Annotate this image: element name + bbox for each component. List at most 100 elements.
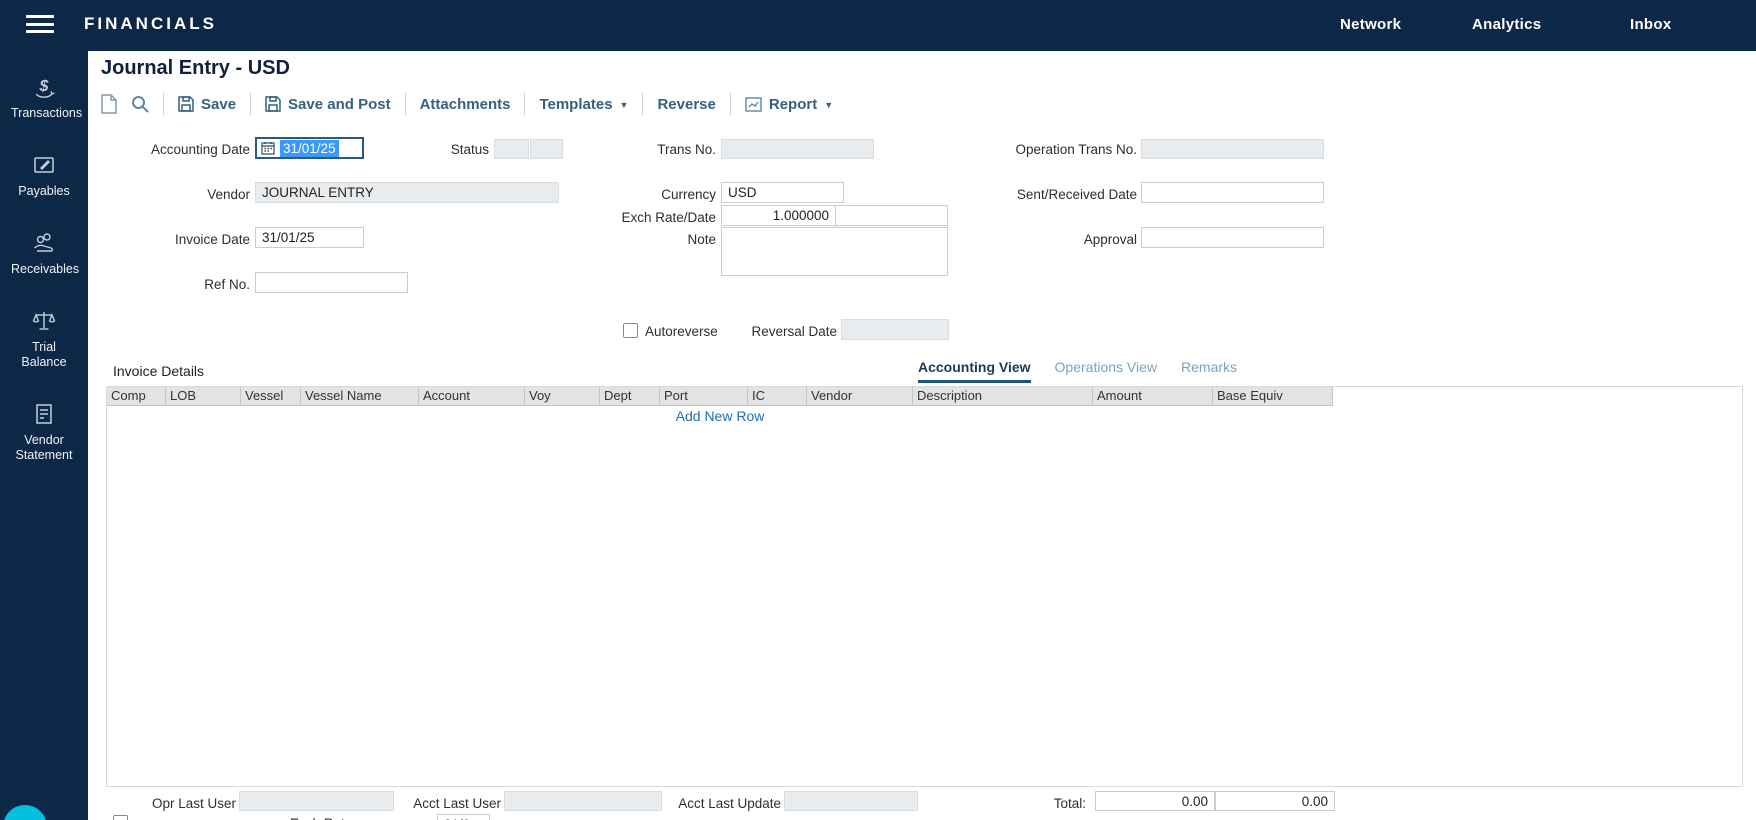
acct-last-user-field xyxy=(504,791,662,811)
trans-no-field xyxy=(721,139,874,159)
toolbar-divider xyxy=(405,93,406,115)
invoice-details-table: Comp LOB Vessel Vessel Name Account Voy … xyxy=(106,386,1743,787)
report-icon xyxy=(745,97,762,112)
operation-trans-no-label: Operation Trans No. xyxy=(977,140,1137,160)
toolbar-divider xyxy=(730,93,731,115)
sidebar-item-vendor-statement[interactable]: Vendor Statement xyxy=(0,400,88,463)
new-document-icon[interactable] xyxy=(101,94,117,114)
sidebar-item-label: Receivables xyxy=(11,262,77,277)
nav-inbox[interactable]: Inbox xyxy=(1630,16,1672,33)
attachments-button[interactable]: Attachments xyxy=(420,96,511,113)
search-icon[interactable] xyxy=(131,95,149,113)
vendor-label: Vendor xyxy=(100,185,250,205)
col-amount: Amount xyxy=(1093,387,1213,406)
total-amount-field: 0.00 xyxy=(1095,791,1215,811)
approval-field[interactable] xyxy=(1141,227,1324,248)
vendor-statement-icon xyxy=(31,400,57,428)
exch-rate-field[interactable]: 1.000000 xyxy=(721,205,836,226)
status-field-1 xyxy=(494,139,529,159)
sidebar-item-label: Transactions xyxy=(11,106,77,121)
status-field-2 xyxy=(530,139,563,159)
operation-trans-no-field xyxy=(1141,139,1324,159)
opr-last-user-field xyxy=(239,791,394,811)
sidebar-item-trial-balance[interactable]: Trial Balance xyxy=(0,307,88,370)
sidebar-item-label: Payables xyxy=(11,184,77,199)
accounting-date-value: 31/01/25 xyxy=(280,140,339,157)
clipped-row-label: Exch Rate xyxy=(290,814,352,820)
col-port: Port xyxy=(660,387,748,406)
col-comp: Comp xyxy=(107,387,166,406)
page-title: Journal Entry - USD xyxy=(101,57,290,80)
col-voy: Voy xyxy=(525,387,600,406)
invoice-date-field[interactable]: 31/01/25 xyxy=(255,227,364,248)
sidebar-item-receivables[interactable]: Receivables xyxy=(0,229,88,277)
left-sidebar: $ Transactions Payables Receivables xyxy=(0,51,88,820)
accounting-date-field[interactable]: 31/01/25 xyxy=(255,137,364,159)
tab-remarks[interactable]: Remarks xyxy=(1181,359,1237,383)
trans-no-label: Trans No. xyxy=(616,140,716,160)
report-button[interactable]: Report▼ xyxy=(745,96,833,113)
ref-no-field[interactable] xyxy=(255,272,408,293)
total-label: Total: xyxy=(1006,794,1086,814)
sent-received-date-field[interactable] xyxy=(1141,182,1324,203)
currency-field[interactable]: USD xyxy=(721,182,844,203)
note-label: Note xyxy=(616,230,716,250)
acct-last-update-label: Acct Last Update xyxy=(661,794,781,814)
status-label: Status xyxy=(389,140,489,160)
invoice-details-title: Invoice Details xyxy=(113,363,204,379)
receivables-icon xyxy=(31,229,57,257)
sidebar-item-label: Trial Balance xyxy=(11,340,77,370)
note-field[interactable] xyxy=(721,227,948,276)
toolbar-divider xyxy=(524,93,525,115)
toolbar-divider xyxy=(163,93,164,115)
col-vendor: Vendor xyxy=(807,387,913,406)
clipped-row-checkbox[interactable] xyxy=(113,815,128,820)
save-and-post-button[interactable]: Save and Post xyxy=(265,96,391,113)
acct-last-update-field xyxy=(784,791,918,811)
autoreverse-label: Autoreverse xyxy=(645,322,718,342)
sent-received-date-label: Sent/Received Date xyxy=(957,185,1137,205)
payables-icon xyxy=(31,151,57,179)
save-icon xyxy=(178,96,194,112)
table-header-row: Comp LOB Vessel Vessel Name Account Voy … xyxy=(107,387,1742,406)
tab-operations-view[interactable]: Operations View xyxy=(1055,359,1157,383)
save-icon xyxy=(265,96,281,112)
invoice-date-label: Invoice Date xyxy=(100,230,250,250)
opr-last-user-label: Opr Last User xyxy=(126,794,236,814)
col-ic: IC xyxy=(748,387,807,406)
acct-last-user-label: Acct Last User xyxy=(391,794,501,814)
top-navbar: FINANCIALS Network Analytics Inbox xyxy=(0,0,1756,51)
accounting-date-label: Accounting Date xyxy=(100,140,250,160)
trial-balance-icon xyxy=(31,307,57,335)
chevron-down-icon: ▼ xyxy=(620,100,629,110)
sidebar-item-transactions[interactable]: $ Transactions xyxy=(0,73,88,121)
tab-accounting-view[interactable]: Accounting View xyxy=(918,359,1031,383)
currency-label: Currency xyxy=(616,185,716,205)
ref-no-label: Ref No. xyxy=(100,275,250,295)
sidebar-item-label: Vendor Statement xyxy=(11,433,77,463)
nav-analytics[interactable]: Analytics xyxy=(1472,16,1541,33)
chevron-down-icon: ▼ xyxy=(824,100,833,110)
save-button[interactable]: Save xyxy=(178,96,236,113)
calendar-icon[interactable] xyxy=(261,141,275,155)
autoreverse-checkbox[interactable] xyxy=(623,323,638,338)
transactions-icon: $ xyxy=(31,73,57,101)
svg-text:$: $ xyxy=(39,78,50,95)
sidebar-item-payables[interactable]: Payables xyxy=(0,151,88,199)
nav-network[interactable]: Network xyxy=(1340,16,1401,33)
col-description: Description xyxy=(913,387,1093,406)
templates-button[interactable]: Templates▼ xyxy=(539,96,628,113)
clipped-row-field[interactable]: 31/0 xyxy=(437,814,490,820)
col-lob: LOB xyxy=(166,387,241,406)
col-account: Account xyxy=(419,387,525,406)
details-tabs: Accounting View Operations View Remarks xyxy=(918,359,1237,383)
total-base-equiv-field: 0.00 xyxy=(1215,791,1335,811)
exch-date-field[interactable] xyxy=(835,205,948,226)
reversal-date-label: Reversal Date xyxy=(737,322,837,342)
col-vessel-name: Vessel Name xyxy=(301,387,419,406)
exch-rate-date-label: Exch Rate/Date xyxy=(576,208,716,228)
add-new-row-link[interactable]: Add New Row xyxy=(676,408,765,424)
reverse-button[interactable]: Reverse xyxy=(657,96,715,113)
hamburger-menu-icon[interactable] xyxy=(26,15,54,35)
col-dept: Dept xyxy=(600,387,660,406)
